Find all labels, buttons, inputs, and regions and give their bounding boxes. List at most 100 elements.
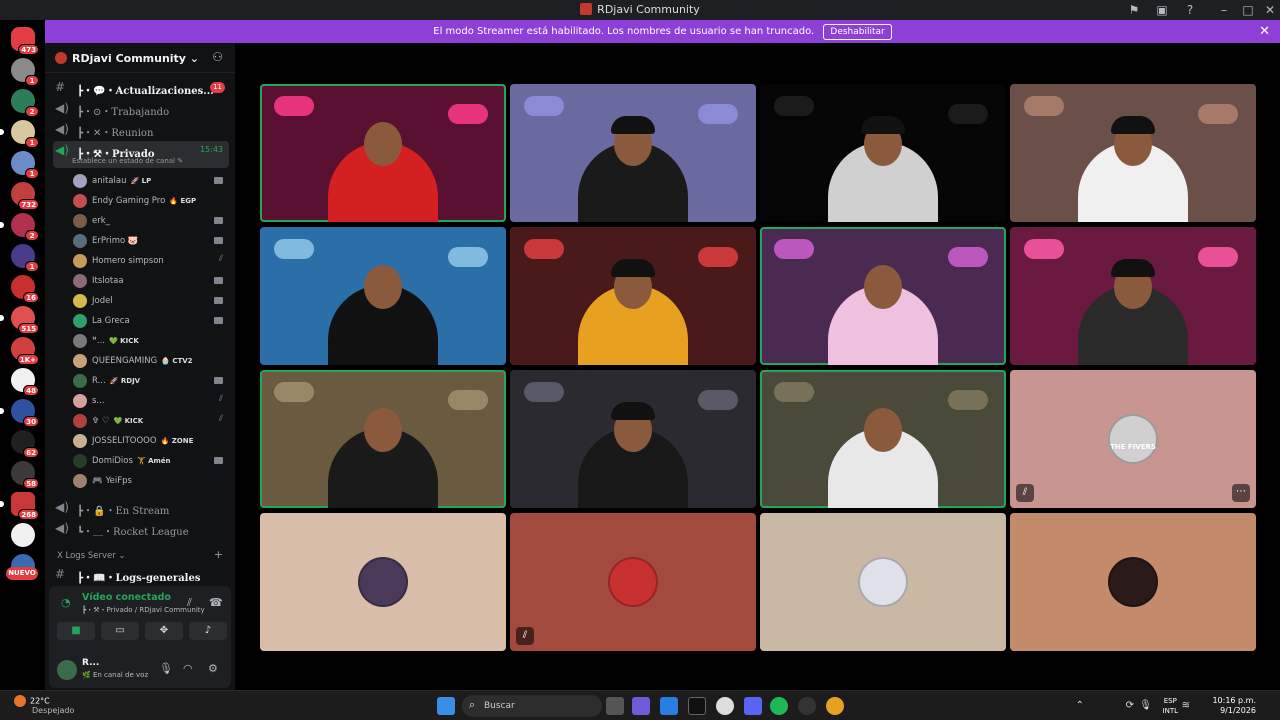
video-tile[interactable] <box>1010 227 1256 365</box>
avatar[interactable] <box>57 660 77 680</box>
voice-member[interactable]: DomiDios 🏋 Amén <box>71 452 229 470</box>
server-icon-5[interactable]: 1 <box>11 151 39 179</box>
server-icon-6[interactable]: 732 <box>11 182 39 210</box>
server-icon-3[interactable]: 2 <box>11 89 39 117</box>
inbox-icon[interactable]: ⚑ <box>1126 2 1142 18</box>
spotify-icon[interactable] <box>770 697 788 715</box>
channel-trabajando[interactable]: ◀) ┣・⊙・Trabajando <box>53 99 229 118</box>
voice-member[interactable]: erk_ <box>71 212 229 230</box>
avatar-tile[interactable]: ⫽ <box>510 513 756 651</box>
avatar-tile[interactable] <box>260 513 506 651</box>
server-icon-17[interactable] <box>11 523 35 547</box>
activities-button[interactable]: ✥ <box>145 622 183 640</box>
voice-member[interactable]: 🎮 YeiFps <box>71 472 229 490</box>
voice-member[interactable]: ✞ ♡ 💚 KICK ⫽ <box>71 412 229 430</box>
server-icon-11[interactable]: 1K+ <box>11 337 39 365</box>
voice-member[interactable]: s... ⫽ <box>71 392 229 410</box>
avatar-tile[interactable]: THE FIVERS ⫽ ⋯ <box>1010 370 1256 508</box>
video-tile[interactable] <box>760 370 1006 508</box>
video-tile[interactable] <box>260 84 506 222</box>
video-tile[interactable] <box>260 227 506 365</box>
channel-status-input[interactable]: Establece un estado de canal ✎ <box>72 157 183 165</box>
microphone-icon[interactable]: 🎙 <box>159 662 173 675</box>
camera-button[interactable]: ■ <box>57 622 95 640</box>
signal-icon[interactable]: ◔ <box>61 596 71 609</box>
server-icon-15[interactable]: 58 <box>11 461 39 489</box>
voice-member[interactable]: JOSSELITOOOO 🔥 ZONE <box>71 432 229 450</box>
chrome-icon[interactable] <box>826 697 844 715</box>
soundboard-button[interactable]: ♪ <box>189 622 227 640</box>
video-tile[interactable] <box>1010 84 1256 222</box>
discord-icon[interactable] <box>744 697 762 715</box>
voice-member[interactable]: R... 🚀 RDJV <box>71 372 229 390</box>
more-options-icon[interactable]: ⋯ <box>1232 484 1250 502</box>
disable-streamer-button[interactable]: Deshabilitar <box>823 24 892 40</box>
server-icon-12[interactable]: 48 <box>11 368 39 396</box>
server-icon-4[interactable]: 1 <box>0 120 39 148</box>
app2-icon[interactable] <box>798 697 816 715</box>
weather-widget[interactable]: 22°C Despejado <box>14 695 74 715</box>
screen-icon[interactable]: ▣ <box>1154 2 1170 18</box>
voice-member[interactable]: Endy Gaming Pro 🔥 EGP <box>71 192 229 210</box>
channel-privado[interactable]: ◀) ┣・⚒・Privado 15:43 Establece un estado… <box>53 141 229 168</box>
category-logs-server[interactable]: X Logs Server ⌄ <box>57 551 126 561</box>
invite-people-icon[interactable]: ⚇ <box>212 50 223 64</box>
server-icon-2[interactable]: 1 <box>11 58 39 86</box>
tray-expand-icon[interactable]: ⌃ <box>1076 700 1084 711</box>
app-icon[interactable] <box>716 697 734 715</box>
video-tile[interactable] <box>760 84 1006 222</box>
channel-actualizaciones[interactable]: # ┣・💬・Actualizaciones... 11 <box>53 78 229 97</box>
server-icon-14[interactable]: 62 <box>11 430 39 458</box>
voice-status[interactable]: Vídeo conectado <box>82 592 171 603</box>
mic-tray-icon[interactable]: 🎙 <box>1139 700 1152 711</box>
avatar-tile[interactable] <box>1010 513 1256 651</box>
voice-member[interactable]: Homero simpson ⫽ <box>71 252 229 270</box>
channel-en-stream[interactable]: ◀) ┣・🔒・En Stream <box>53 498 229 517</box>
channel-logs-generales[interactable]: # ┣・📖・Logs-generales <box>53 565 229 584</box>
server-icon-7[interactable]: 2 <box>0 213 39 241</box>
terminal-icon[interactable] <box>688 697 706 715</box>
copilot-icon[interactable] <box>632 697 650 715</box>
video-tile[interactable] <box>510 84 756 222</box>
voice-member[interactable]: QUEENGAMING 🧁 CTV2 <box>71 352 229 370</box>
language-indicator[interactable]: ESP INTL <box>1163 696 1178 716</box>
add-channel-icon[interactable]: + <box>214 548 223 561</box>
channel-rocket-league[interactable]: ◀) ┗・＿・Rocket League <box>53 519 229 538</box>
noise-suppression-icon[interactable]: ⫽ <box>187 596 192 610</box>
video-tile[interactable] <box>510 370 756 508</box>
taskbar-search[interactable]: ⌕ Buscar <box>462 695 602 717</box>
server-icon-8[interactable]: 1 <box>11 244 39 272</box>
server-icon-9[interactable]: 16 <box>11 275 39 303</box>
wifi-icon[interactable]: ≋ <box>1182 700 1190 711</box>
maximize-button[interactable]: □ <box>1240 2 1256 18</box>
video-tile[interactable] <box>260 370 506 508</box>
close-icon[interactable]: ✕ <box>1259 20 1270 43</box>
minimize-button[interactable]: – <box>1216 2 1232 18</box>
headphones-icon[interactable]: ◠ <box>183 662 193 675</box>
voice-member[interactable]: ErPrimo 🐷 <box>71 232 229 250</box>
video-tile[interactable] <box>510 227 756 365</box>
username[interactable]: R... <box>82 658 99 668</box>
network-icon[interactable]: ⟳ <box>1126 700 1134 711</box>
server-icon-1[interactable]: 473 <box>11 27 39 55</box>
server-icon-10[interactable]: 515 <box>0 306 39 334</box>
share-screen-button[interactable]: ▭ <box>101 622 139 640</box>
disconnect-icon[interactable]: ☎ <box>209 596 223 609</box>
voice-member[interactable]: Jodel <box>71 292 229 310</box>
video-tile[interactable] <box>760 227 1006 365</box>
avatar-tile[interactable] <box>760 513 1006 651</box>
server-icon-13[interactable]: 30 <box>0 399 39 427</box>
voice-member[interactable]: La Greca <box>71 312 229 330</box>
task-view-icon[interactable] <box>606 697 624 715</box>
help-icon[interactable]: ? <box>1182 2 1198 18</box>
store-icon[interactable] <box>660 697 678 715</box>
voice-member[interactable]: anitalau 🚀 LP <box>71 172 229 190</box>
voice-member[interactable]: ꟸ... 💚 KICK <box>71 332 229 350</box>
gear-icon[interactable]: ⚙ <box>208 662 218 675</box>
server-header[interactable]: RDjavi Community ⌄ ⚇ <box>45 43 235 73</box>
start-icon[interactable] <box>437 697 455 715</box>
voice-member[interactable]: Itslotaa <box>71 272 229 290</box>
server-icon-16[interactable]: 268 <box>0 492 39 520</box>
clock[interactable]: 10:16 p.m. 9/1/2026 <box>1196 696 1256 716</box>
channel-reunion[interactable]: ◀) ┣・✕・Reunion <box>53 120 229 139</box>
